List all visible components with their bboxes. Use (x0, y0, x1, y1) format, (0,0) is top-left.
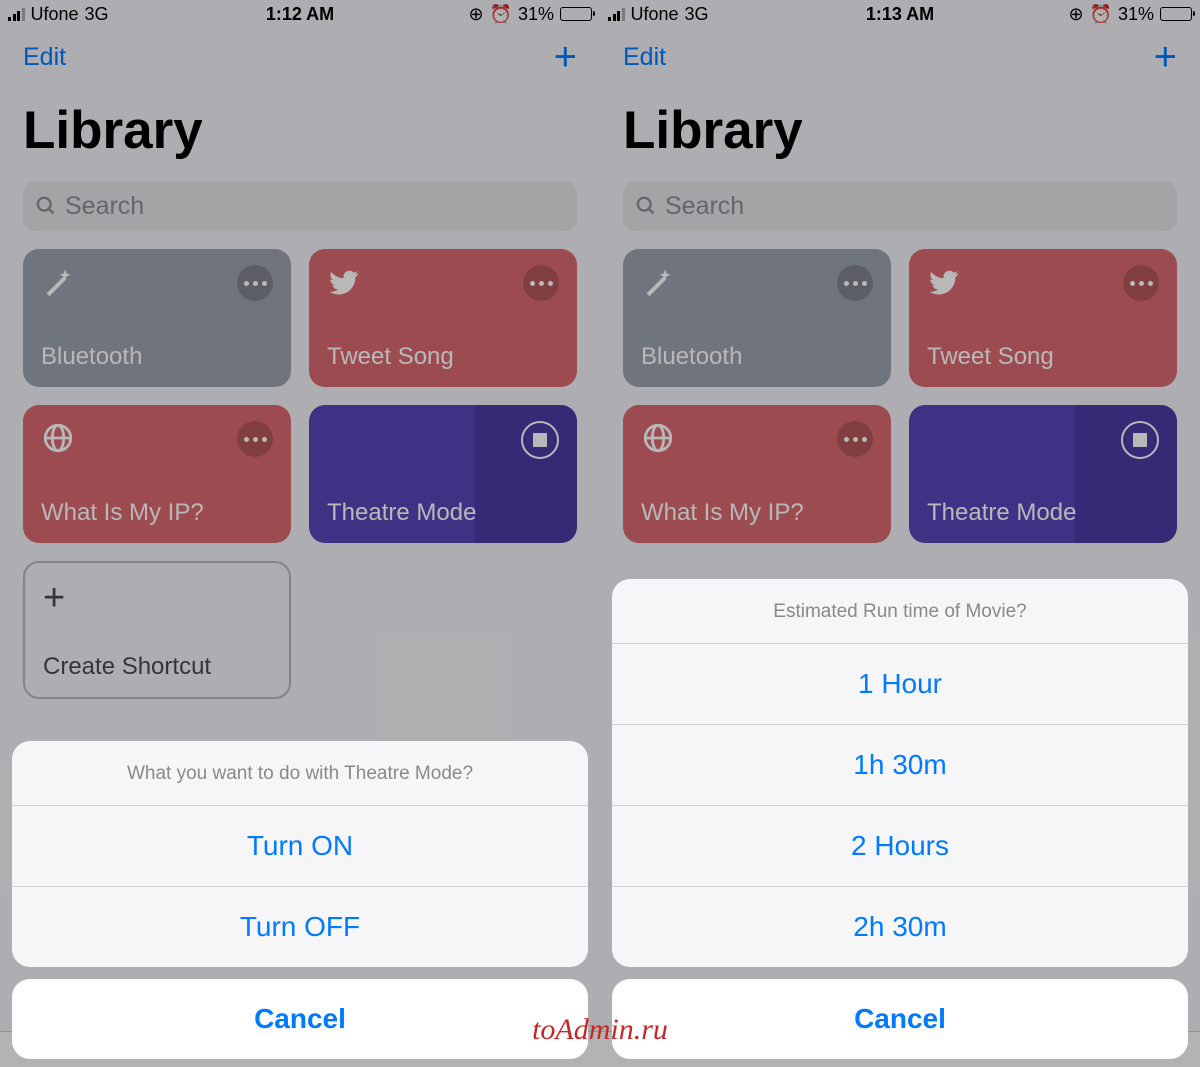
sheet-option-2h30m[interactable]: 2h 30m (612, 887, 1188, 967)
action-sheet: What you want to do with Theatre Mode? T… (12, 741, 588, 1059)
sheet-cancel[interactable]: Cancel (612, 979, 1188, 1059)
sheet-option-turn-off[interactable]: Turn OFF (12, 887, 588, 967)
sheet-option-1h30m[interactable]: 1h 30m (612, 725, 1188, 806)
action-sheet: Estimated Run time of Movie? 1 Hour 1h 3… (612, 579, 1188, 1059)
watermark: toAdmin.ru (532, 1013, 668, 1047)
sheet-header: Estimated Run time of Movie? (612, 579, 1188, 644)
sheet-header: What you want to do with Theatre Mode? (12, 741, 588, 806)
sheet-cancel[interactable]: Cancel (12, 979, 588, 1059)
sheet-option-1hour[interactable]: 1 Hour (612, 644, 1188, 725)
sheet-option-2hours[interactable]: 2 Hours (612, 806, 1188, 887)
sheet-option-turn-on[interactable]: Turn ON (12, 806, 588, 887)
